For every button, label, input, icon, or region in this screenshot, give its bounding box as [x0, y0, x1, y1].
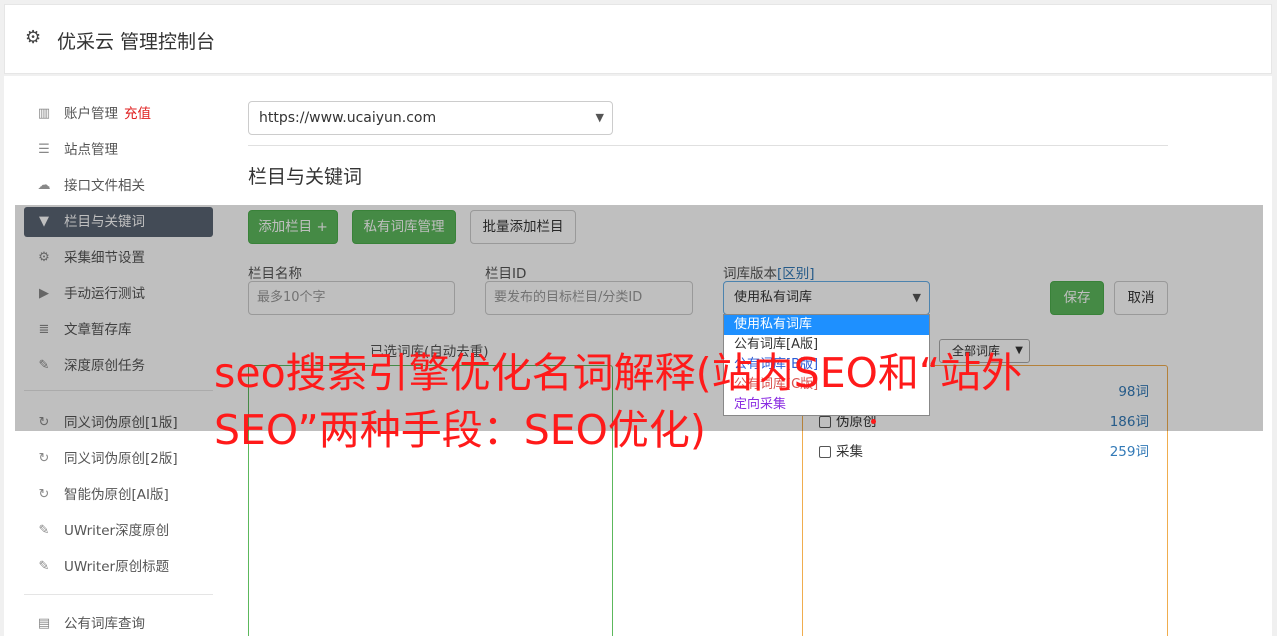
- sidebar-item-uwriter-title[interactable]: ✎ UWriter原创标题: [24, 552, 213, 582]
- sidebar-item-label: 账户管理: [64, 106, 118, 122]
- sidebar-item-uwriter-deep[interactable]: ✎ UWriter深度原创: [24, 516, 213, 546]
- edit-icon: ✎: [38, 523, 50, 538]
- site-select-value: https://www.ucaiyun.com: [259, 110, 437, 126]
- sidebar-item-label: UWriter深度原创: [64, 523, 170, 539]
- chevron-down-icon: ▼: [595, 111, 604, 124]
- section-title: 栏目与关键词: [248, 166, 363, 188]
- sidebar-item-interface[interactable]: ☁ 接口文件相关: [24, 171, 213, 201]
- edit-icon: ✎: [38, 559, 50, 574]
- book-icon: ▤: [37, 616, 51, 631]
- sidebar-item-label: 公有词库查询: [64, 616, 145, 632]
- sidebar-item-synonym-v2[interactable]: ↻ 同义词伪原创[2版]: [24, 444, 213, 474]
- sidebar-item-public-lib[interactable]: ▤ 公有词库查询: [24, 609, 213, 636]
- divider: [248, 145, 1168, 146]
- app-title: 优采云 管理控制台: [57, 31, 216, 53]
- sidebar-item-label: 接口文件相关: [64, 178, 145, 194]
- sidebar-item-sites[interactable]: ☰ 站点管理: [24, 135, 213, 165]
- sidebar-item-label: UWriter原创标题: [64, 559, 170, 575]
- watermark-text: seo搜索引擎优化名词解释(站内SEO和“站外SEO”两种手段：SEO优化): [214, 349, 1023, 454]
- sidebar-divider: [24, 594, 213, 595]
- list-item-count: 259词: [1109, 444, 1149, 460]
- sidebar-item-ai-rewrite[interactable]: ↻ 智能伪原创[AI版]: [24, 480, 213, 510]
- sidebar-item-label: 智能伪原创[AI版]: [64, 487, 169, 503]
- server-icon: ☰: [38, 142, 50, 157]
- dropdown-option[interactable]: 使用私有词库: [724, 315, 929, 335]
- site-select[interactable]: https://www.ucaiyun.com ▼: [248, 101, 613, 135]
- sidebar-item-label: 同义词伪原创[2版]: [64, 451, 178, 467]
- refresh-icon: ↻: [38, 487, 50, 502]
- cloud-upload-icon: ☁: [37, 178, 51, 193]
- refresh-icon: ↻: [38, 451, 50, 466]
- gear-icon: ⚙: [25, 27, 42, 48]
- red-dot: [871, 419, 876, 424]
- bar-chart-icon: ▥: [37, 106, 51, 121]
- sidebar-item-account[interactable]: ▥ 账户管理 充值: [24, 99, 213, 129]
- sidebar-item-label: 站点管理: [64, 142, 118, 158]
- recharge-link[interactable]: 充值: [124, 106, 151, 122]
- app-header: ⚙ 优采云 管理控制台: [4, 4, 1272, 74]
